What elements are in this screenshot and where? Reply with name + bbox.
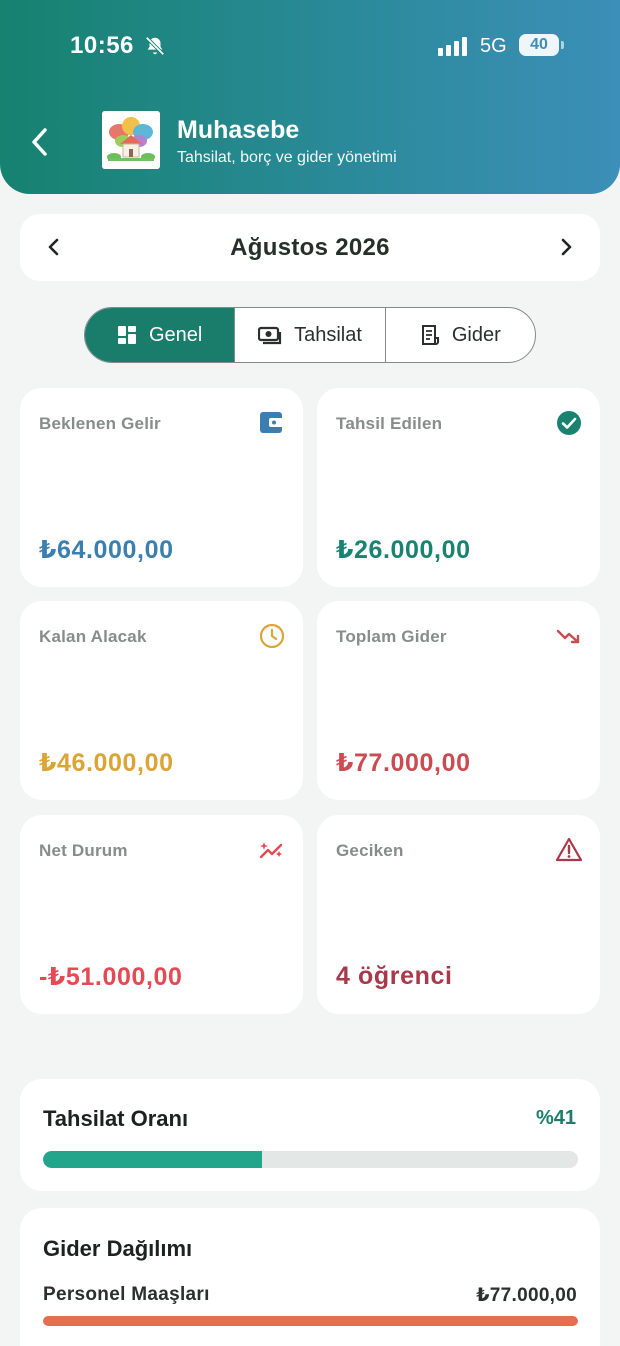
stat-label: Kalan Alacak: [39, 627, 147, 646]
dashboard-grid-icon: [117, 326, 136, 344]
clock-icon: [259, 623, 285, 649]
month-selector: Ağustos 2026: [20, 214, 600, 281]
signal-icon: [438, 36, 467, 56]
chevron-left-icon: [32, 128, 47, 156]
stat-label: Tahsil Edilen: [336, 414, 443, 433]
tab-gider-label: Gider: [451, 323, 501, 346]
stat-value: ₺77.000,00: [336, 749, 471, 777]
check-circle-icon: [557, 411, 581, 435]
stat-card-remaining-receivable[interactable]: Kalan Alacak ₺46.000,00: [20, 601, 303, 800]
tab-tahsilat-label: Tahsilat: [294, 323, 362, 346]
cash-icon: [258, 326, 282, 345]
header: 10:56 5G 40 Muhasebe Tahsilat, borç ve g…: [0, 0, 620, 194]
next-month-button[interactable]: [550, 231, 582, 263]
stat-label: Net Durum: [39, 841, 128, 860]
network-type: 5G: [480, 35, 507, 57]
app-logo: [102, 111, 160, 169]
stat-label: Beklenen Gelir: [39, 414, 161, 433]
expense-category-name: Personel Maaşları: [43, 1284, 210, 1305]
tab-genel[interactable]: Genel: [85, 308, 235, 362]
collection-rate-percent: %41: [535, 1107, 576, 1129]
collection-rate-progress-fill: [43, 1151, 263, 1168]
month-label: Ağustos 2026: [230, 234, 390, 261]
stat-value: ₺26.000,00: [336, 536, 471, 564]
stat-value: -₺51.000,00: [39, 963, 183, 991]
stat-value: ₺46.000,00: [39, 749, 174, 777]
stat-card-overdue[interactable]: Geciken 4 öğrenci: [317, 815, 600, 1014]
tab-tahsilat[interactable]: Tahsilat: [234, 308, 384, 362]
stat-value: ₺64.000,00: [39, 536, 174, 564]
page-subtitle: Tahsilat, borç ve gider yönetimi: [177, 149, 397, 166]
stat-value: 4 öğrenci: [336, 962, 453, 990]
expense-category-progress-track: [43, 1316, 578, 1326]
trending-down-icon: [556, 629, 580, 644]
sparkle-trend-icon: [259, 842, 283, 859]
collection-rate-progress-track: [43, 1151, 578, 1168]
wallet-icon: [260, 412, 283, 433]
chevron-right-icon: [561, 238, 572, 256]
warning-icon: [556, 837, 582, 862]
receipt-icon: [421, 325, 439, 345]
expense-distribution-title: Gider Dağılımı: [43, 1236, 193, 1261]
battery-tip: [561, 41, 564, 49]
stat-label: Toplam Gider: [336, 627, 447, 646]
bell-muted-icon: [145, 36, 165, 56]
view-tabs: Genel Tahsilat Gider: [84, 307, 536, 363]
expense-distribution-card: Gider Dağılımı Personel Maaşları ₺77.000…: [20, 1208, 600, 1346]
tab-genel-label: Genel: [148, 323, 203, 346]
stat-card-expected-income[interactable]: Beklenen Gelir ₺64.000,00: [20, 388, 303, 587]
stat-card-net-status[interactable]: Net Durum -₺51.000,00: [20, 815, 303, 1014]
stat-label: Geciken: [336, 841, 404, 860]
stat-card-total-expense[interactable]: Toplam Gider ₺77.000,00: [317, 601, 600, 800]
back-button[interactable]: [24, 120, 56, 164]
expense-category-amount: ₺77.000,00: [476, 1285, 577, 1306]
battery-icon: 40: [519, 34, 559, 56]
collection-rate-card: Tahsilat Oranı %41: [20, 1079, 600, 1191]
stat-card-collected[interactable]: Tahsil Edilen ₺26.000,00: [317, 388, 600, 587]
tab-gider[interactable]: Gider: [384, 308, 535, 362]
collection-rate-title: Tahsilat Oranı: [43, 1106, 189, 1131]
expense-category-progress-fill: [43, 1316, 578, 1326]
page-title: Muhasebe: [177, 116, 300, 144]
status-time: 10:56: [70, 32, 134, 59]
